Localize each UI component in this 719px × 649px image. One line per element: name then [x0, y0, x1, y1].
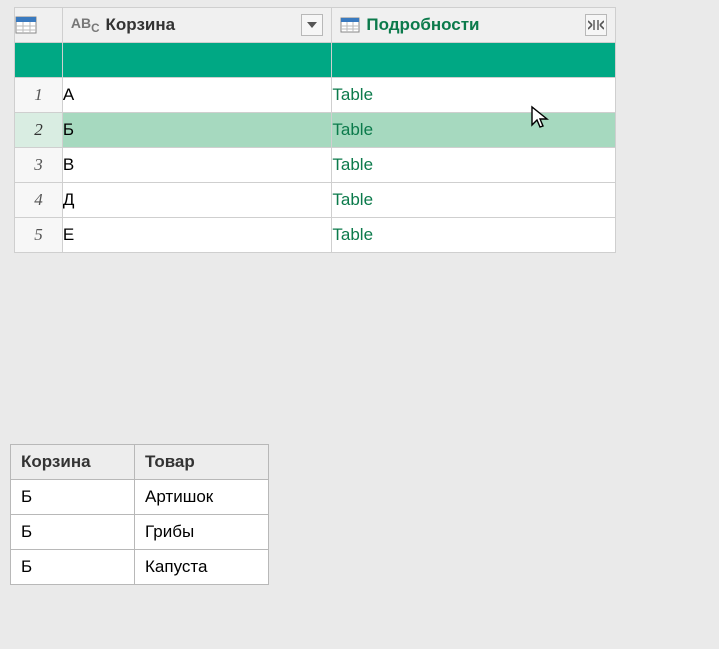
text-type-icon: ABC: [71, 15, 100, 35]
row-number[interactable]: 1: [15, 78, 63, 113]
preview-row[interactable]: Б Артишок: [11, 480, 269, 515]
preview-row[interactable]: Б Капуста: [11, 550, 269, 585]
table-row[interactable]: 4 Д Table: [15, 183, 616, 218]
table-row[interactable]: 5 Е Table: [15, 218, 616, 253]
cell-korzina[interactable]: Е: [62, 218, 332, 253]
cell-korzina[interactable]: А: [62, 78, 332, 113]
expand-icon: [588, 19, 604, 31]
cell-korzina[interactable]: В: [62, 148, 332, 183]
cell-table-link[interactable]: Table: [332, 218, 616, 253]
select-all-corner[interactable]: [15, 8, 63, 43]
preview-cell: Грибы: [135, 515, 269, 550]
column-label: Подробности: [366, 15, 579, 35]
header-accent-bar: [15, 43, 616, 78]
main-data-table[interactable]: ABC Корзина: [14, 7, 616, 253]
preview-row[interactable]: Б Грибы: [11, 515, 269, 550]
filter-dropdown-button[interactable]: [301, 14, 323, 36]
expand-column-button[interactable]: [585, 14, 607, 36]
table-row[interactable]: 3 В Table: [15, 148, 616, 183]
preview-cell: Артишок: [135, 480, 269, 515]
table-icon: [15, 16, 62, 34]
table-row-selected[interactable]: 2 Б Table: [15, 113, 616, 148]
preview-table[interactable]: Корзина Товар Б Артишок Б Грибы Б Капуст…: [10, 444, 269, 585]
preview-cell: Б: [11, 515, 135, 550]
preview-header-tovar[interactable]: Товар: [135, 445, 269, 480]
row-number[interactable]: 3: [15, 148, 63, 183]
cell-korzina[interactable]: Б: [62, 113, 332, 148]
cell-table-link[interactable]: Table: [332, 113, 616, 148]
row-number[interactable]: 5: [15, 218, 63, 253]
preview-cell: Б: [11, 480, 135, 515]
chevron-down-icon: [307, 22, 317, 28]
column-header-podrobnosti[interactable]: Подробности: [332, 8, 616, 43]
preview-cell: Б: [11, 550, 135, 585]
cell-table-link[interactable]: Table: [332, 183, 616, 218]
row-number[interactable]: 4: [15, 183, 63, 218]
column-header-korzina[interactable]: ABC Корзина: [62, 8, 332, 43]
row-number[interactable]: 2: [15, 113, 63, 148]
column-label: Корзина: [106, 15, 296, 35]
preview-cell: Капуста: [135, 550, 269, 585]
table-row[interactable]: 1 А Table: [15, 78, 616, 113]
cell-korzina[interactable]: Д: [62, 183, 332, 218]
preview-header-korzina[interactable]: Корзина: [11, 445, 135, 480]
table-type-icon: [340, 17, 360, 33]
cell-table-link[interactable]: Table: [332, 148, 616, 183]
cell-table-link[interactable]: Table: [332, 78, 616, 113]
